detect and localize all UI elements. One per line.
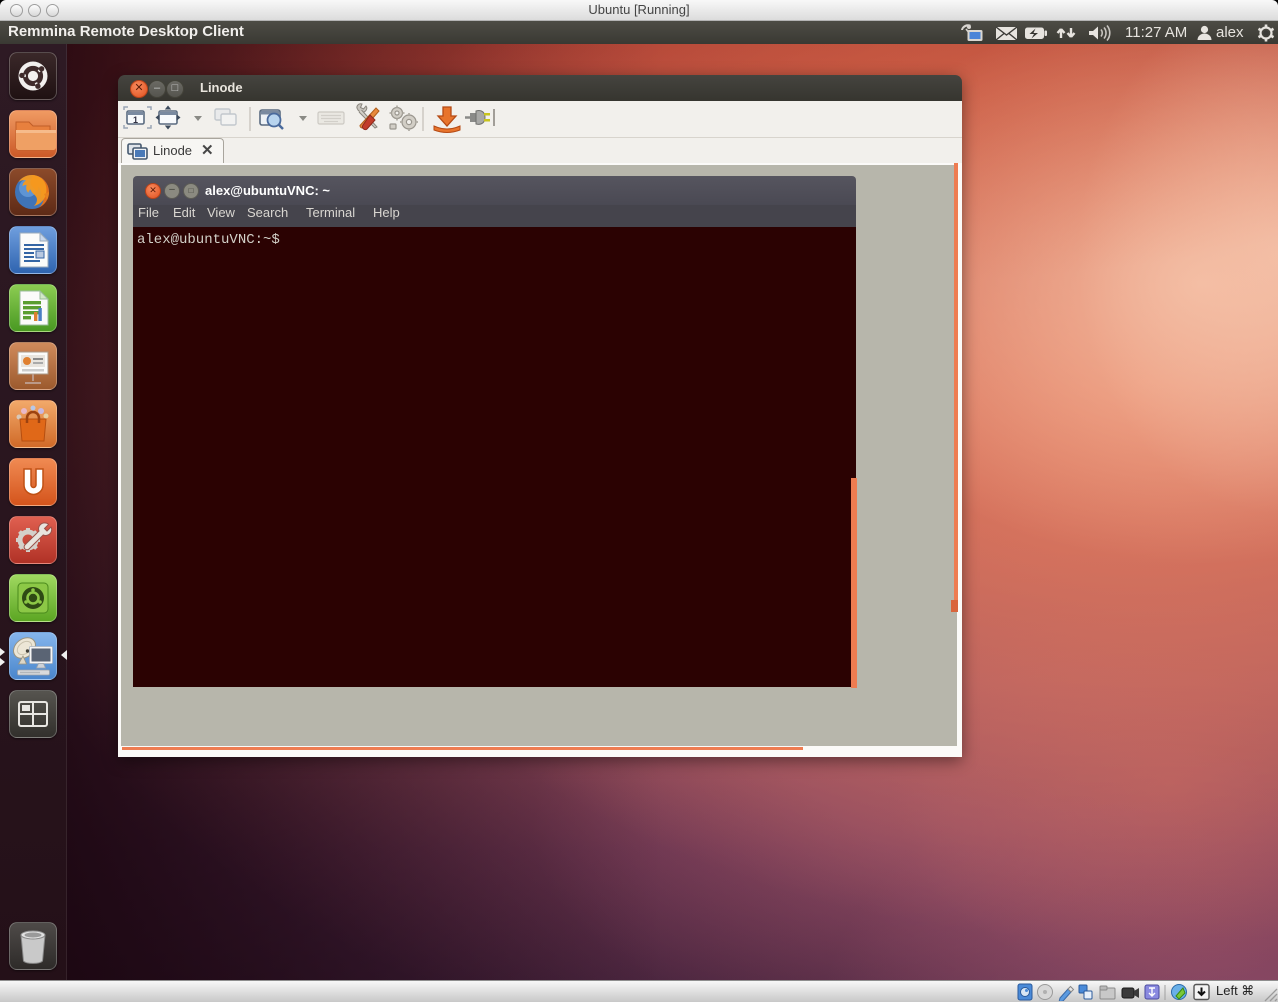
svg-text:1: 1 xyxy=(133,115,138,125)
